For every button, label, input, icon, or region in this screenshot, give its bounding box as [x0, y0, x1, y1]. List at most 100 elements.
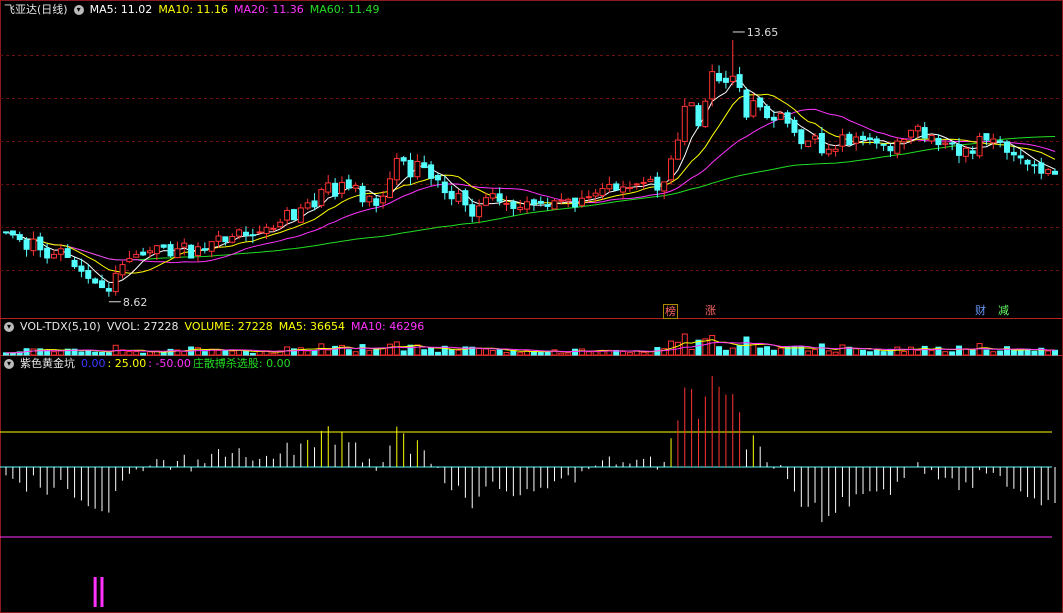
candle-body	[311, 200, 318, 208]
candle-body	[448, 190, 455, 200]
candle-body	[798, 129, 805, 145]
volume-bar	[517, 352, 524, 356]
candle-body	[914, 125, 921, 132]
volume-bar	[373, 348, 380, 356]
candle-body	[386, 178, 393, 198]
candle-body	[428, 164, 435, 179]
volume-bar	[380, 347, 387, 356]
candle-body	[880, 143, 887, 146]
candle-body	[489, 193, 496, 199]
candle-body	[695, 105, 702, 127]
volume-bar	[1031, 350, 1038, 356]
candle-body	[277, 221, 284, 228]
volume-bar	[928, 350, 935, 356]
candle-body	[935, 137, 942, 146]
vol-ma10-legend: MA10: 46296	[351, 320, 425, 333]
ma20-legend: MA20: 11.36	[234, 3, 304, 16]
volume-bar	[85, 349, 92, 356]
event-tag-4[interactable]: 减	[997, 304, 1010, 317]
candle-body	[839, 134, 846, 147]
volume-bar	[592, 351, 599, 356]
candle-body	[325, 182, 332, 193]
volume-bar	[818, 343, 825, 356]
indicator-value-4: 庄散搏杀选股: 0.00	[192, 357, 291, 370]
candle-body	[37, 236, 44, 251]
candle-body	[105, 288, 112, 292]
volume-bar	[990, 351, 997, 356]
volume-bar	[722, 349, 729, 356]
candle-body	[242, 231, 249, 237]
candle-body	[1052, 170, 1058, 175]
candle-body	[146, 250, 153, 254]
candle-body	[78, 265, 85, 272]
candle-body	[318, 189, 325, 206]
main-panel-header: 飞亚达(日线) ▾ MA5: 11.02 MA10: 11.16 MA20: 11.36…	[4, 3, 385, 17]
candle-body	[249, 234, 256, 237]
candle-body	[407, 159, 414, 178]
candle-body	[613, 183, 620, 191]
volume-bar	[572, 348, 579, 356]
low-label: 8.62	[123, 296, 148, 309]
candle-body	[174, 248, 181, 259]
candle-body	[668, 158, 675, 181]
candle-body	[654, 176, 661, 191]
candle-body	[64, 248, 71, 258]
candle-body	[222, 236, 229, 243]
volume-bar	[325, 349, 332, 356]
candle-body	[85, 270, 92, 279]
candle-body	[359, 185, 366, 203]
candle-body	[962, 147, 969, 157]
candle-body	[236, 229, 243, 237]
volume-bar	[242, 350, 249, 356]
candle-body	[894, 140, 901, 154]
event-tag-3[interactable]: 财	[974, 304, 987, 317]
volume-bar	[716, 346, 723, 356]
volume-bar	[770, 349, 777, 356]
volume-bar	[352, 351, 359, 356]
volume-bar	[894, 346, 901, 356]
volume-bar	[1045, 350, 1052, 356]
ma10-legend: MA10: 11.16	[158, 3, 229, 16]
indicator-value-1: 0.00	[81, 357, 106, 370]
volume-bar	[688, 348, 695, 356]
candle-body	[599, 188, 606, 196]
candle-body	[866, 137, 873, 141]
volume-bar	[393, 341, 400, 356]
volume-bar	[1004, 346, 1011, 356]
volume-bar	[428, 347, 435, 356]
candle-body	[30, 238, 37, 252]
volume-bar	[764, 346, 771, 356]
indicator-panel-header: ▾ 紫色黄金坑 0.00: 25.00: -50.00 庄散搏杀选股: 0.00	[4, 357, 297, 371]
volume-bar	[421, 349, 428, 356]
candle-body	[270, 227, 277, 230]
event-tag-1[interactable]: 榜	[663, 304, 678, 319]
volume-bar	[249, 352, 256, 356]
volume-bar	[620, 350, 627, 356]
volume-bar	[229, 350, 236, 356]
volume-bar	[455, 349, 462, 356]
event-tag-2[interactable]: 涨	[704, 304, 717, 317]
candle-body	[434, 175, 441, 181]
volume-bar	[736, 344, 743, 356]
volume-bar	[201, 351, 208, 356]
candle-body	[770, 116, 777, 121]
candle-body	[565, 198, 572, 202]
volume-bar	[30, 348, 37, 356]
candle-body	[729, 75, 736, 82]
collapse-indicator-icon[interactable]: ▾	[4, 359, 14, 369]
candle-body	[208, 241, 215, 252]
volume-bar	[626, 352, 633, 356]
volume-bar	[434, 351, 441, 356]
candle-body	[160, 244, 167, 248]
collapse-volume-icon[interactable]: ▾	[4, 322, 14, 332]
candle-body	[702, 100, 709, 128]
candle-body	[373, 198, 380, 206]
volume-bar	[695, 339, 702, 356]
volume-bar	[777, 347, 784, 356]
candle-body	[393, 157, 400, 181]
candle-body	[414, 160, 421, 178]
volume-bar	[873, 349, 880, 356]
volume-bar	[565, 352, 572, 356]
volume-bar	[345, 349, 352, 356]
collapse-main-icon[interactable]: ▾	[73, 5, 84, 15]
